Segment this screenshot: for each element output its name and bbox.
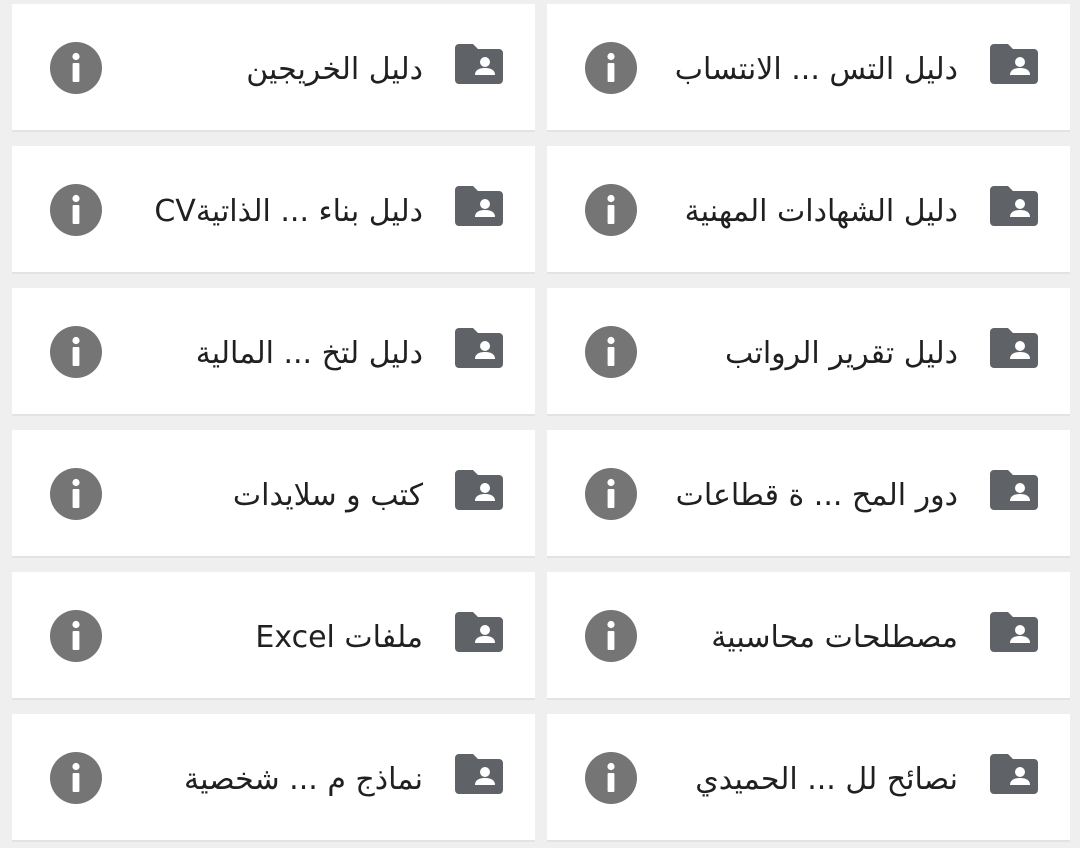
folder-name: دور المح ... ة قطاعات <box>675 478 958 513</box>
info-icon[interactable] <box>585 468 637 520</box>
shared-folder-icon <box>990 470 1038 510</box>
info-icon[interactable] <box>585 610 637 662</box>
folder-grid: دليل التس ... الانتساب دليل الخريجين دلي… <box>0 0 1080 848</box>
folder-name: دليل تقرير الرواتب <box>725 336 958 371</box>
folder-card-11[interactable]: نصائح لل ... الحميدي <box>547 714 1070 842</box>
shared-folder-icon <box>455 470 503 510</box>
folder-name: كتب و سلايدات <box>232 478 423 513</box>
folder-name: دليل بناء ... الذاتيةCV <box>154 194 423 229</box>
folder-card-3[interactable]: دليل الشهادات المهنية <box>547 146 1070 274</box>
folder-card-7[interactable]: دور المح ... ة قطاعات <box>547 430 1070 558</box>
folder-name: نماذج م ... شخصية <box>183 762 423 797</box>
shared-folder-icon <box>990 754 1038 794</box>
folder-name: ملفات Excel <box>255 620 423 655</box>
folder-name: دليل الخريجين <box>246 52 423 87</box>
info-icon[interactable] <box>50 468 102 520</box>
folder-name: مصطلحات محاسبية <box>711 620 958 655</box>
info-icon[interactable] <box>585 42 637 94</box>
folder-card-5[interactable]: دليل تقرير الرواتب <box>547 288 1070 416</box>
shared-folder-icon <box>990 44 1038 84</box>
info-icon[interactable] <box>50 326 102 378</box>
info-icon[interactable] <box>50 610 102 662</box>
folder-name: دليل لتخ ... المالية <box>195 336 423 371</box>
shared-folder-icon <box>990 612 1038 652</box>
shared-folder-icon <box>990 186 1038 226</box>
folder-name: نصائح لل ... الحميدي <box>695 762 958 797</box>
folder-card-4[interactable]: دليل بناء ... الذاتيةCV <box>12 146 535 274</box>
info-icon[interactable] <box>585 184 637 236</box>
info-icon[interactable] <box>50 752 102 804</box>
info-icon[interactable] <box>585 326 637 378</box>
folder-card-6[interactable]: دليل لتخ ... المالية <box>12 288 535 416</box>
shared-folder-icon <box>455 44 503 84</box>
shared-folder-icon <box>455 612 503 652</box>
folder-card-10[interactable]: ملفات Excel <box>12 572 535 700</box>
shared-folder-icon <box>990 328 1038 368</box>
folder-name: دليل التس ... الانتساب <box>674 52 958 87</box>
shared-folder-icon <box>455 328 503 368</box>
folder-card-8[interactable]: كتب و سلايدات <box>12 430 535 558</box>
shared-folder-icon <box>455 186 503 226</box>
info-icon[interactable] <box>585 752 637 804</box>
shared-folder-icon <box>455 754 503 794</box>
folder-card-12[interactable]: نماذج م ... شخصية <box>12 714 535 842</box>
folder-card-1[interactable]: دليل التس ... الانتساب <box>547 4 1070 132</box>
folder-card-9[interactable]: مصطلحات محاسبية <box>547 572 1070 700</box>
folder-card-2[interactable]: دليل الخريجين <box>12 4 535 132</box>
info-icon[interactable] <box>50 42 102 94</box>
folder-name: دليل الشهادات المهنية <box>684 194 958 229</box>
info-icon[interactable] <box>50 184 102 236</box>
